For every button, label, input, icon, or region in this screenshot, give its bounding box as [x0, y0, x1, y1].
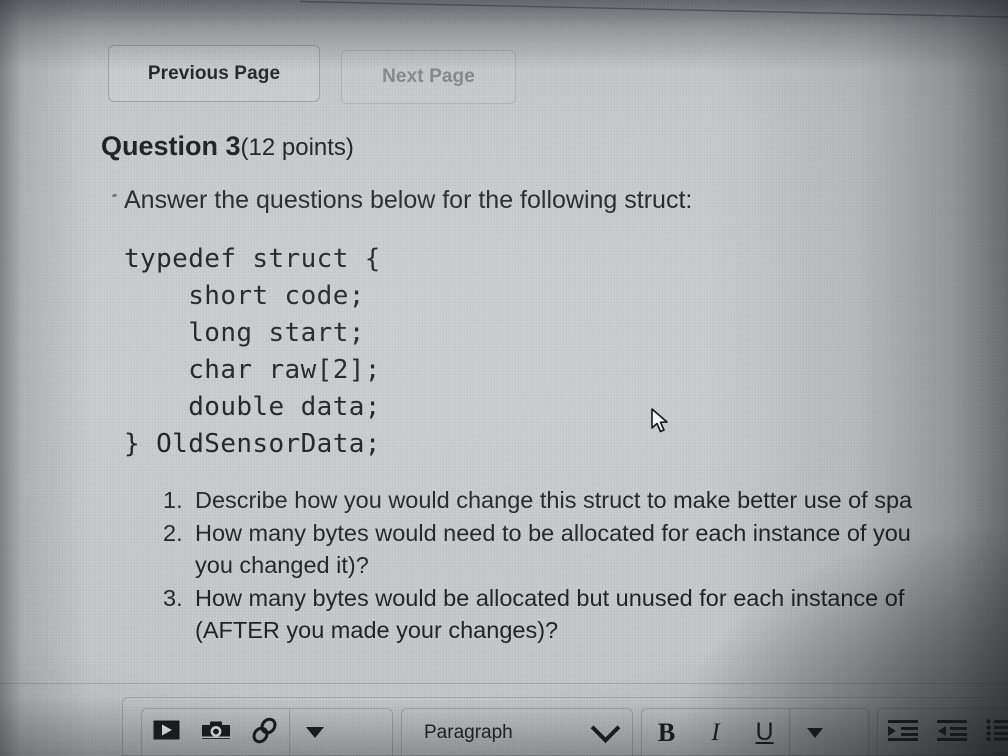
paragraph-style-select[interactable]: Paragraph — [402, 713, 632, 744]
list-item: 1. Describe how you would change this st… — [163, 484, 1008, 517]
list-item-number: 1. — [163, 487, 183, 513]
insert-media-button[interactable] — [142, 709, 191, 756]
bold-button[interactable]: B — [642, 709, 691, 756]
question-heading-points: (12 points) — [240, 134, 354, 161]
struct-code-block: typedef struct { short code; long start;… — [124, 244, 381, 459]
camera-icon — [200, 718, 231, 747]
list-item-continuation: (AFTER you made your changes)? — [195, 617, 559, 643]
list-item-text: How many bytes would be allocated but un… — [195, 584, 905, 611]
decrease-indent-button[interactable] — [927, 709, 976, 756]
content-divider — [0, 683, 1008, 684]
page-content: Previous Page Next Page Question 3(12 po… — [0, 0, 1008, 756]
editor-toolbar: Paragraph B I U — [122, 697, 1008, 756]
bullet-speck-icon — [111, 193, 118, 198]
chevron-down-icon — [806, 727, 823, 738]
underline-label: U — [755, 718, 774, 746]
bulleted-list-button[interactable] — [976, 709, 1008, 756]
list-item-text: How many bytes would need to be allocate… — [195, 519, 911, 546]
question-heading: Question 3(12 points) — [101, 131, 354, 162]
screen-photo: Previous Page Next Page Question 3(12 po… — [0, 0, 1008, 756]
italic-label: I — [711, 718, 720, 746]
underline-button[interactable]: U — [740, 709, 789, 756]
list-item: 2. How many bytes would need to be alloc… — [163, 517, 1008, 550]
question-heading-title: Question 3 — [101, 131, 241, 161]
bold-label: B — [657, 717, 676, 747]
italic-button[interactable]: I — [691, 709, 740, 756]
format-more-button[interactable] — [790, 709, 839, 756]
chevron-down-icon — [590, 713, 621, 744]
paragraph-style-value: Paragraph — [424, 721, 513, 743]
bulleted-list-icon — [985, 718, 1008, 747]
insert-image-button[interactable] — [191, 709, 240, 756]
question-sub-items: 1. Describe how you would change this st… — [163, 484, 1008, 647]
next-page-button[interactable]: Next Page — [341, 50, 516, 104]
list-item-number: 3. — [163, 584, 183, 611]
media-more-button[interactable] — [290, 709, 339, 756]
question-intro-text: Answer the questions below for the follo… — [124, 186, 693, 214]
previous-page-button[interactable]: Previous Page — [108, 45, 320, 102]
indent-increase-icon — [887, 718, 918, 747]
indent-decrease-icon — [936, 718, 967, 747]
list-item-number: 2. — [163, 519, 183, 546]
mouse-pointer-icon — [651, 408, 671, 441]
toolbar-group-align — [877, 708, 1008, 756]
increase-indent-button[interactable] — [878, 709, 927, 756]
link-icon — [251, 717, 278, 749]
toolbar-group-format: B I U — [641, 708, 869, 756]
chevron-down-icon — [305, 727, 324, 738]
insert-link-button[interactable] — [240, 709, 289, 756]
toolbar-group-media — [141, 708, 393, 756]
list-item: 3. How many bytes would be allocated but… — [163, 582, 1008, 615]
play-icon — [153, 720, 180, 745]
list-item-text: Describe how you would change this struc… — [195, 487, 913, 513]
toolbar-group-paragraph[interactable]: Paragraph — [401, 708, 633, 756]
list-item-continuation: you changed it)? — [195, 552, 369, 578]
